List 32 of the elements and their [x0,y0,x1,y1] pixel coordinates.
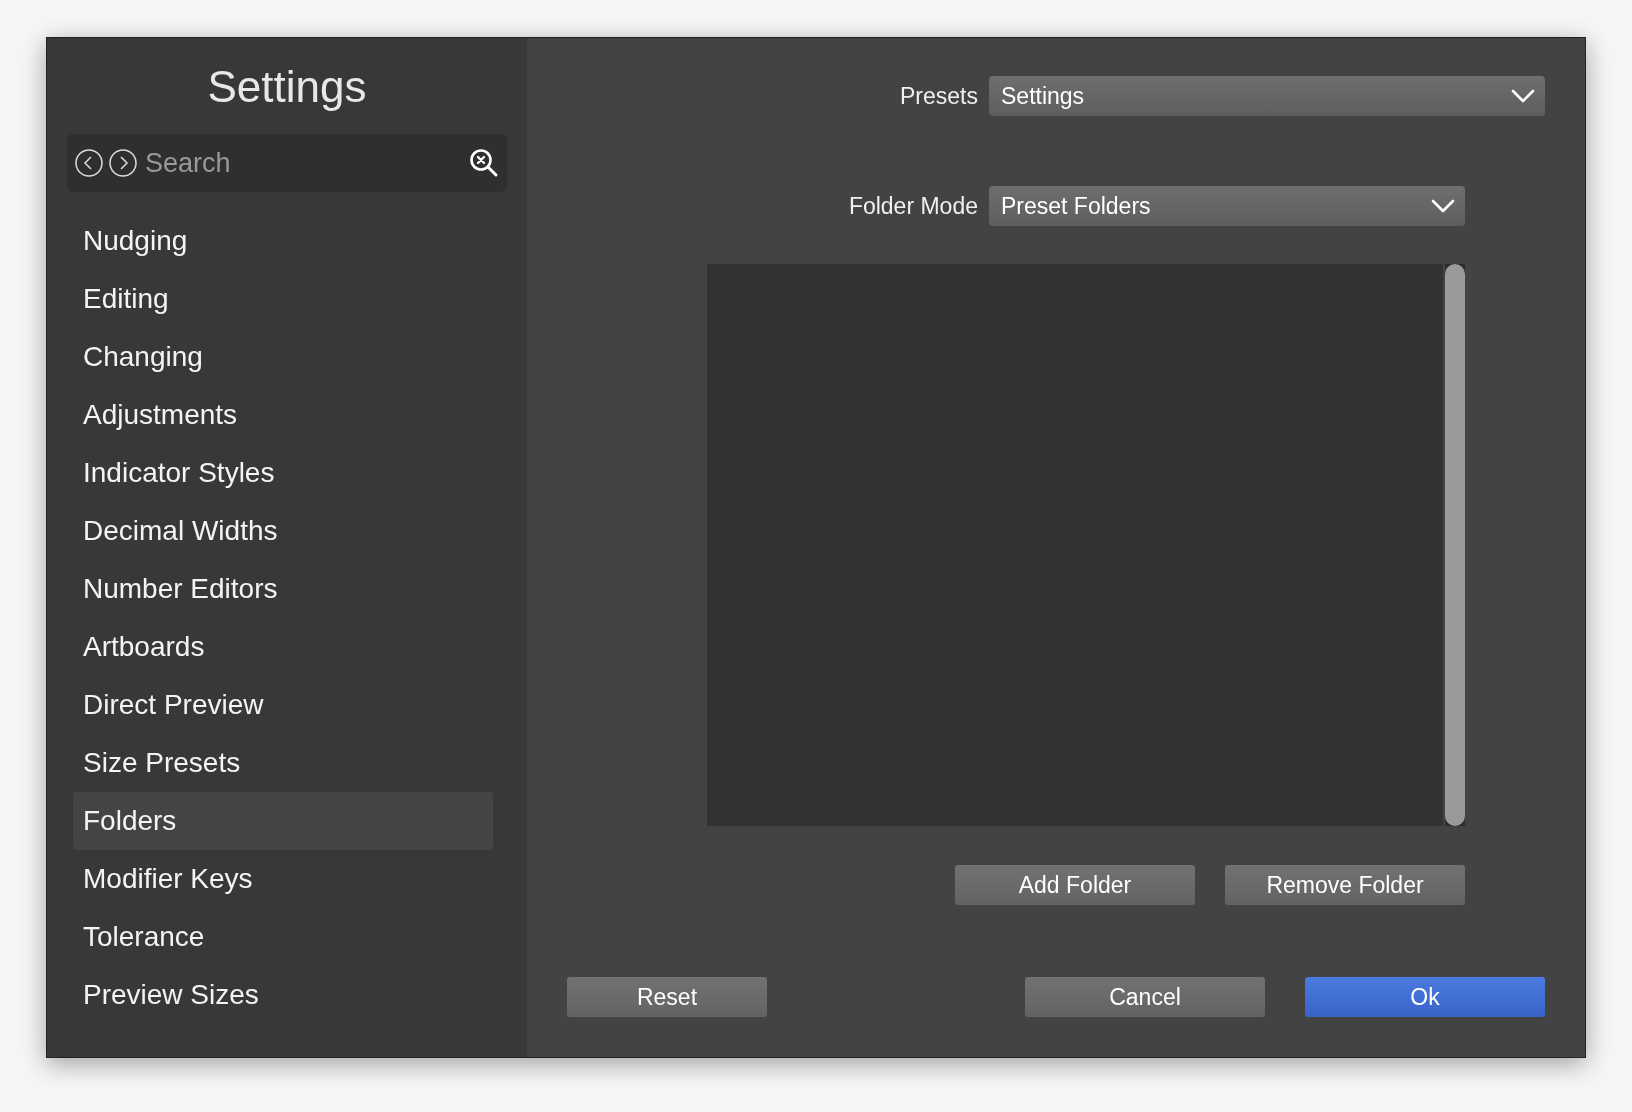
add-folder-button[interactable]: Add Folder [955,865,1195,905]
chevron-down-icon [1431,199,1455,213]
sidebar-item[interactable]: Artboards [73,618,493,676]
search-bar[interactable]: Search [67,134,507,192]
sidebar-item[interactable]: Folders [73,792,493,850]
remove-folder-button[interactable]: Remove Folder [1225,865,1465,905]
forward-icon[interactable] [109,149,137,177]
cancel-button[interactable]: Cancel [1025,977,1265,1017]
scrollbar-thumb[interactable] [1445,264,1465,826]
sidebar-item[interactable]: Direct Preview [73,676,493,734]
search-field[interactable]: Search [143,146,463,180]
sidebar-title: Settings [207,62,367,112]
back-icon[interactable] [75,149,103,177]
sidebar-item[interactable]: Changing [73,328,493,386]
sidebar-item[interactable]: Size Presets [73,734,493,792]
sidebar-item[interactable]: Adjustments [73,386,493,444]
sidebar-item[interactable]: Nudging [73,212,493,270]
presets-label: Presets [900,82,978,110]
sidebar-item[interactable]: Tolerance [73,908,493,966]
sidebar-item[interactable]: Preview Sizes [73,966,493,1024]
chevron-down-icon [1511,89,1535,103]
sidebar-item[interactable]: Indicator Styles [73,444,493,502]
reset-button[interactable]: Reset [567,977,767,1017]
sidebar-item[interactable]: Editing [73,270,493,328]
folder-mode-label: Folder Mode [848,192,978,220]
sidebar-item[interactable]: Number Editors [73,560,493,618]
folder-mode-dropdown[interactable]: Preset Folders [989,186,1465,226]
search-clear-icon[interactable] [469,148,499,178]
sidebar-item[interactable]: Modifier Keys [73,850,493,908]
presets-dropdown[interactable]: Settings [989,76,1545,116]
sidebar-item[interactable]: Decimal Widths [73,502,493,560]
ok-button[interactable]: Ok [1305,977,1545,1017]
